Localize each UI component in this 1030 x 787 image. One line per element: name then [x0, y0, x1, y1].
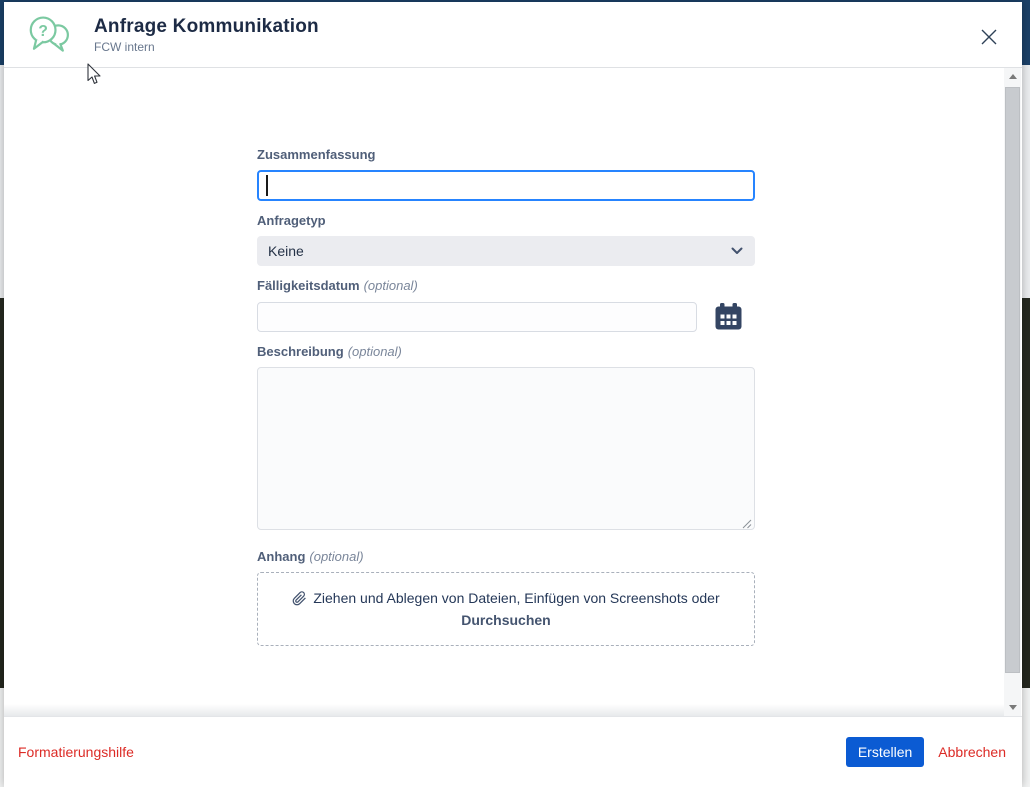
request-type-field: Anfragetyp Keine — [257, 213, 755, 266]
vertical-scrollbar[interactable] — [1004, 68, 1021, 716]
dialog-title-block: Anfrage Kommunikation FCW intern — [94, 16, 319, 54]
footer-actions: Erstellen Abbrechen — [845, 737, 1006, 767]
scrollbar-down-button[interactable] — [1004, 699, 1021, 716]
attachment-label: Anhang (optional) — [257, 549, 364, 564]
svg-text:?: ? — [38, 22, 48, 39]
close-icon — [981, 29, 997, 45]
due-date-label: Fälligkeitsdatum (optional) — [257, 278, 418, 293]
description-field: Beschreibung (optional) — [257, 344, 755, 535]
dialog-title: Anfrage Kommunikation — [94, 15, 319, 37]
text-caret — [266, 175, 268, 196]
summary-input[interactable] — [257, 170, 755, 201]
attachment-field: Anhang (optional) Ziehen und Ablegen von … — [257, 549, 755, 646]
dialog-subtitle: FCW intern — [94, 39, 155, 54]
dialog-body: Zusammenfassung Anfragetyp Keine Fälligk — [4, 68, 1022, 716]
calendar-icon — [715, 303, 742, 330]
close-button[interactable] — [978, 26, 1000, 48]
chevron-down-icon — [731, 247, 743, 254]
arrow-down-icon — [1008, 705, 1017, 710]
request-type-select[interactable]: Keine — [257, 236, 755, 266]
browse-link[interactable]: Durchsuchen — [461, 612, 550, 628]
request-form: Zusammenfassung Anfragetyp Keine Fälligk — [257, 147, 755, 646]
summary-field: Zusammenfassung — [257, 147, 755, 201]
description-textarea[interactable] — [257, 367, 755, 530]
help-bubbles-icon: ? — [29, 15, 69, 52]
paperclip-icon — [292, 590, 307, 605]
dialog-header: ? Anfrage Kommunikation FCW intern — [4, 2, 1022, 68]
summary-label: Zusammenfassung — [257, 147, 376, 162]
request-dialog: ? Anfrage Kommunikation FCW intern Zusam… — [4, 2, 1022, 787]
cancel-link[interactable]: Abbrechen — [938, 744, 1006, 760]
create-button[interactable]: Erstellen — [845, 737, 925, 767]
due-date-field: Fälligkeitsdatum (optional) — [257, 278, 755, 332]
arrow-up-icon — [1008, 74, 1017, 79]
request-type-label: Anfragetyp — [257, 213, 326, 228]
attachment-dropzone[interactable]: Ziehen und Ablegen von Dateien, Einfügen… — [257, 572, 755, 646]
optional-hint: (optional) — [309, 549, 364, 564]
request-type-selected-value: Keine — [268, 243, 304, 259]
scrollbar-up-button[interactable] — [1004, 68, 1021, 85]
formatting-help-link[interactable]: Formatierungshilfe — [18, 744, 134, 760]
dialog-footer: Formatierungshilfe Erstellen Abbrechen — [4, 716, 1022, 787]
calendar-button[interactable] — [713, 301, 744, 332]
optional-hint: (optional) — [347, 344, 402, 359]
due-date-input[interactable] — [257, 301, 697, 332]
scroll-shadow — [4, 704, 1004, 716]
optional-hint: (optional) — [363, 278, 418, 293]
description-label: Beschreibung (optional) — [257, 344, 402, 359]
dropzone-text: Ziehen und Ablegen von Dateien, Einfügen… — [292, 590, 720, 606]
scrollbar-thumb[interactable] — [1005, 87, 1020, 673]
